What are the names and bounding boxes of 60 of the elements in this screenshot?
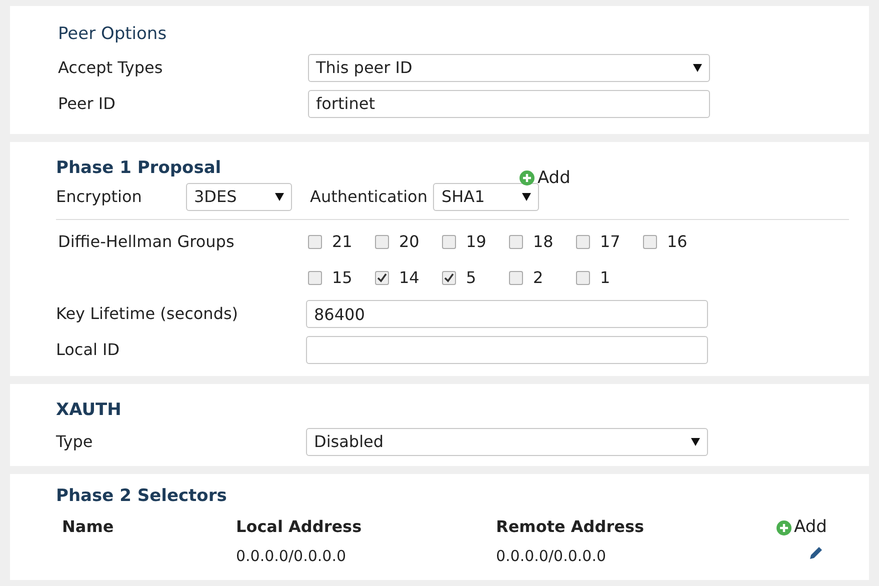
select-value: SHA1 <box>441 186 485 208</box>
checkbox[interactable] <box>375 271 389 285</box>
field-label: Encryption <box>56 186 143 208</box>
column-header: Local Address <box>236 516 363 538</box>
checkbox-label: 15 <box>332 267 352 289</box>
checkbox-label: 18 <box>533 231 554 253</box>
select-value: Disabled <box>314 430 384 452</box>
input-field[interactable] <box>306 336 708 364</box>
checkbox[interactable] <box>442 235 456 249</box>
field-label: Authentication <box>310 186 428 208</box>
table-cell-text: 0.0.0.0/0.0.0.0 <box>496 546 608 566</box>
checkbox[interactable] <box>308 235 322 249</box>
dropdown-caret-icon <box>275 193 284 201</box>
checkbox-label: 19 <box>466 231 486 253</box>
checkmark-icon <box>444 273 454 283</box>
checkbox[interactable] <box>509 235 523 249</box>
checkbox-label: 20 <box>399 231 420 253</box>
add-button[interactable]: Add <box>776 515 836 540</box>
checkbox[interactable] <box>509 271 523 285</box>
checkbox[interactable] <box>308 271 322 285</box>
section-heading: Phase 1 Proposal <box>56 156 222 180</box>
select-field[interactable]: SHA1 <box>433 183 540 211</box>
plus-circle-icon <box>776 520 792 536</box>
checkmark-icon <box>377 273 387 283</box>
pencil-icon[interactable] <box>808 544 824 560</box>
checkbox[interactable] <box>643 235 657 249</box>
field-label: Peer ID <box>58 92 116 114</box>
section-heading: Phase 2 Selectors <box>56 484 227 508</box>
input-field[interactable]: 86400 <box>306 300 708 328</box>
checkbox[interactable] <box>375 235 389 249</box>
select-field[interactable]: Disabled <box>306 428 708 456</box>
column-header: Name <box>61 516 115 538</box>
field-label: Diffie-Hellman Groups <box>57 231 236 253</box>
field-label: Type <box>56 430 94 452</box>
select-field[interactable]: 3DES <box>186 183 292 211</box>
select-value: 3DES <box>194 186 237 208</box>
field-label: Accept Types <box>58 56 164 78</box>
checkbox-label: 1 <box>600 267 610 289</box>
checkbox-label: 21 <box>332 231 352 253</box>
column-header: Remote Address <box>496 516 645 538</box>
dropdown-caret-icon <box>691 438 700 446</box>
select-value: This peer ID <box>316 56 412 78</box>
checkbox[interactable] <box>576 235 590 249</box>
dropdown-caret-icon <box>522 193 532 201</box>
checkbox-label: 5 <box>466 267 476 289</box>
select-field[interactable]: This peer ID <box>308 54 710 82</box>
field-label: Local ID <box>56 339 121 361</box>
checkbox[interactable] <box>442 271 456 285</box>
checkbox-label: 14 <box>399 267 420 289</box>
section-heading: XAUTH <box>56 399 122 422</box>
checkbox-label: 16 <box>667 231 688 253</box>
dropdown-caret-icon <box>693 64 702 72</box>
checkbox[interactable] <box>576 271 590 285</box>
table-cell-text: 0.0.0.0/0.0.0.0 <box>236 546 348 566</box>
checkbox-label: 17 <box>600 231 620 253</box>
input-field[interactable]: fortinet <box>308 90 710 118</box>
section-heading: Peer Options <box>58 24 167 44</box>
checkbox-label: 2 <box>533 267 544 289</box>
plus-circle-icon <box>519 170 536 186</box>
field-label: Key Lifetime (seconds) <box>56 303 240 325</box>
